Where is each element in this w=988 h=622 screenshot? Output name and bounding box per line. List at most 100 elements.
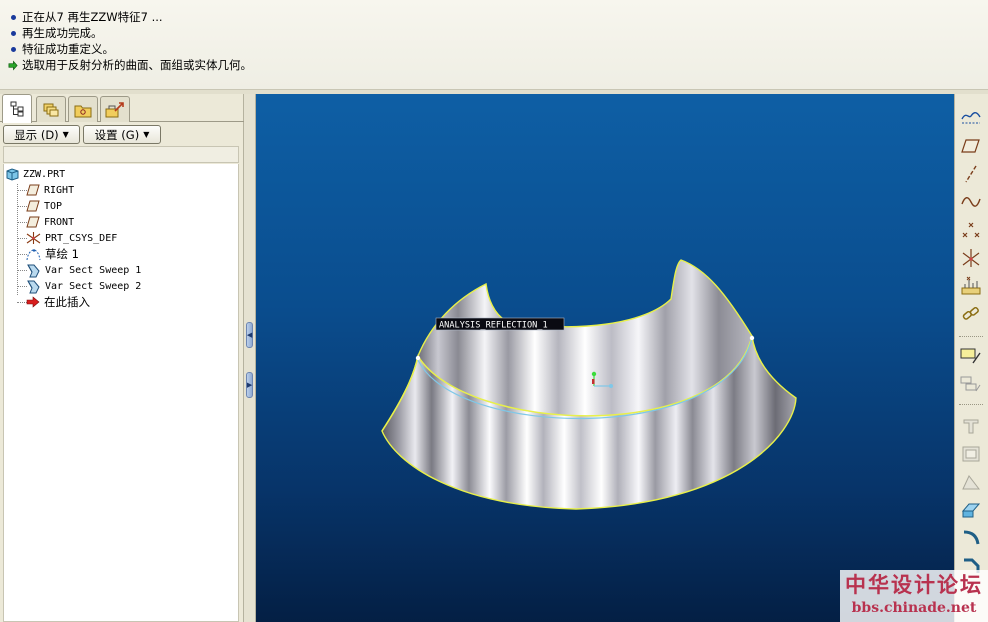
datum-display-icon [961, 112, 981, 124]
tree-column-header [3, 146, 239, 163]
insert-here-icon [26, 296, 40, 308]
message-area: 正在从7 再生ZZW特征7 ... 再生成功完成。 特征成功重定义。 选取用于反… [0, 0, 988, 90]
navigator-panel: 显示 (D) ▼ 设置 (G) ▼ ZZW.PRT RIGHT TOP FRON… [0, 94, 244, 622]
tree-item-label: Var Sect Sweep 1 [45, 264, 142, 276]
surface-upper-flange [417, 259, 753, 417]
datum-curve-tool-button[interactable] [958, 190, 984, 214]
tab-folder-browser[interactable] [68, 96, 98, 122]
message-line: 特征成功重定义。 [8, 41, 114, 57]
chain-tool-icon [962, 306, 979, 320]
bullet-icon [8, 30, 18, 36]
csys-tool-button[interactable] [958, 246, 984, 270]
bullet-icon [8, 46, 18, 52]
tree-item-label: RIGHT [44, 184, 75, 196]
round-tool-button[interactable] [958, 526, 984, 550]
arrow-prompt-icon [8, 59, 18, 71]
bullet-icon [8, 14, 18, 20]
shell-tool-button[interactable] [958, 442, 984, 466]
message-text: 再生成功完成。 [22, 26, 103, 40]
settings-label: 设置 (G) [94, 127, 140, 142]
model-tree: ZZW.PRT RIGHT TOP FRONT PRT_CSYS_DEF 草绘 … [3, 164, 239, 622]
navigator-toolbar: 显示 (D) ▼ 设置 (G) ▼ [0, 124, 244, 146]
tree-item[interactable]: TOP [26, 198, 62, 214]
analysis-label[interactable]: ANALYSIS_REFLECTION_1 [439, 321, 548, 331]
chevron-down-icon: ▼ [62, 130, 69, 139]
message-text: 特征成功重定义。 [22, 42, 114, 56]
tree-root[interactable]: ZZW.PRT [6, 166, 65, 182]
show-dropdown-button[interactable]: 显示 (D) ▼ [3, 125, 80, 144]
tree-item-insert-here[interactable]: 在此插入 [26, 294, 90, 310]
datum-plane-icon [26, 216, 40, 228]
datum-plane-icon [26, 184, 40, 196]
hole-tool-icon [963, 419, 979, 434]
shell-tool-icon [962, 446, 980, 462]
toolbox-icon [105, 101, 124, 117]
tree-item[interactable]: RIGHT [26, 182, 74, 198]
datum-axis-tool-icon [965, 165, 977, 183]
part-icon [6, 167, 19, 181]
tree-item-label: Var Sect Sweep 2 [45, 280, 142, 292]
tab-model-tree[interactable] [2, 94, 32, 123]
datum-point-tool-icon [962, 222, 980, 238]
graphics-window[interactable]: ANALYSIS_REFLECTION_1 [256, 94, 954, 622]
rib-tool-button[interactable] [958, 498, 984, 522]
feature-toolbar [954, 94, 988, 622]
tree-item[interactable]: Var Sect Sweep 2 [26, 278, 141, 294]
tree-item[interactable]: 草绘 1 [26, 246, 79, 262]
model-tree-icon [10, 101, 24, 117]
draft-tool-button[interactable] [958, 470, 984, 494]
sweep-feature-icon [27, 280, 40, 293]
datum-axis-tool-button[interactable] [958, 162, 984, 186]
show-label: 显示 (D) [14, 127, 59, 142]
layers-icon [43, 103, 59, 116]
message-line: 再生成功完成。 [8, 25, 103, 41]
csys-icon [26, 232, 41, 244]
datum-plane-tool-icon [961, 139, 980, 153]
analysis-tool-icon [961, 276, 981, 295]
tree-item[interactable]: PRT_CSYS_DEF [26, 230, 117, 246]
analysis-tool-button[interactable] [958, 274, 984, 298]
hole-tool-button[interactable] [958, 414, 984, 438]
panel-sash[interactable]: ◀ ▶ [244, 94, 256, 622]
round-tool-icon [963, 530, 980, 545]
navigator-tabs [0, 94, 244, 123]
sweep-feature-icon [27, 264, 40, 277]
tree-item[interactable]: Var Sect Sweep 1 [26, 262, 141, 278]
watermark: 中华设计论坛 bbs.chinade.net [840, 570, 988, 622]
toolbar-separator [959, 404, 983, 405]
collapse-left-icon[interactable]: ◀ [246, 322, 253, 348]
csys-tool-icon [962, 249, 980, 267]
rib-tool-icon [961, 503, 981, 518]
datum-plane-tool-button[interactable] [958, 134, 984, 158]
feature-tool-button[interactable] [958, 372, 984, 396]
folder-icon [74, 105, 92, 117]
feature-tool-icon [960, 376, 981, 392]
settings-dropdown-button[interactable]: 设置 (G) ▼ [83, 125, 161, 144]
edge-vertex [415, 355, 421, 361]
tree-item-label: PRT_CSYS_DEF [45, 232, 118, 244]
tree-item-label: FRONT [44, 216, 75, 228]
datum-curve-tool-icon [961, 197, 981, 207]
tree-root-label: ZZW.PRT [23, 168, 66, 180]
sketch-icon [26, 248, 41, 260]
datum-display-button[interactable] [958, 106, 984, 130]
tree-item-label: 草绘 1 [45, 247, 79, 261]
datum-plane-icon [26, 200, 40, 212]
expand-right-icon[interactable]: ▶ [246, 372, 253, 398]
tree-item-label: TOP [44, 200, 63, 212]
draft-tool-icon [962, 475, 981, 490]
toolbar-separator [959, 336, 983, 337]
edge-vertex [749, 335, 755, 341]
tab-layers[interactable] [36, 96, 66, 122]
watermark-title: 中华设计论坛 [845, 572, 983, 597]
model-view[interactable]: ANALYSIS_REFLECTION_1 [256, 94, 954, 622]
chain-tool-button[interactable] [958, 302, 984, 326]
tab-favorites[interactable] [100, 96, 130, 122]
message-line: 正在从7 再生ZZW特征7 ... [8, 9, 163, 25]
datum-point-tool-button[interactable] [958, 218, 984, 242]
chevron-down-icon: ▼ [143, 130, 150, 139]
sketch-tool-button[interactable] [958, 344, 984, 368]
message-text: 正在从7 再生ZZW特征7 ... [22, 10, 163, 24]
tree-item[interactable]: FRONT [26, 214, 74, 230]
watermark-url: bbs.chinade.net [851, 600, 977, 616]
